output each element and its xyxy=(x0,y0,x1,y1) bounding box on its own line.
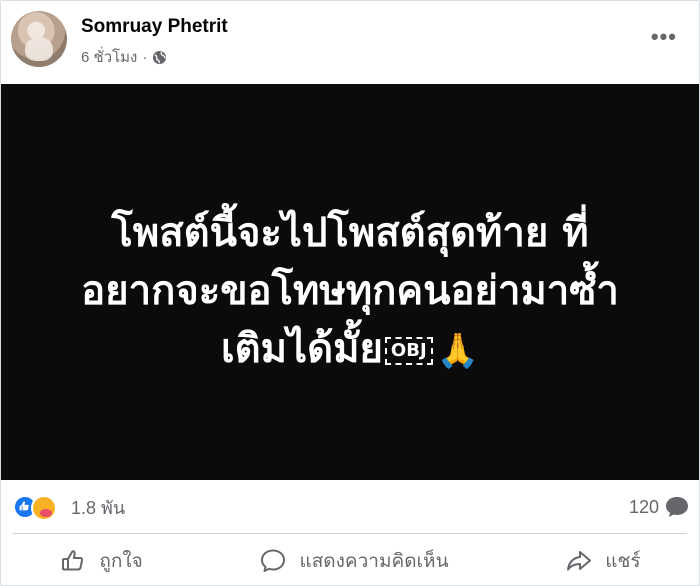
post-time[interactable]: 6 ชั่วโมง xyxy=(81,45,137,69)
comment-icon xyxy=(261,549,286,572)
comment-button[interactable]: แสดงความคิดเห็น xyxy=(247,542,460,580)
author-avatar[interactable] xyxy=(11,11,67,67)
post-text-line: อยากจะขอโทษทุกคนอย่ามาซ้ำ xyxy=(81,268,619,314)
like-button[interactable]: ถูกใจ xyxy=(47,542,154,580)
thumbs-up-icon xyxy=(62,550,84,571)
post-stats: 1.8 พัน 120 xyxy=(13,492,689,522)
divider xyxy=(13,533,687,534)
share-icon xyxy=(567,551,592,571)
share-label: แชร์ xyxy=(605,550,641,572)
share-button[interactable]: แชร์ xyxy=(553,542,652,580)
care-reaction-icon xyxy=(31,495,57,521)
comment-bubble-icon xyxy=(666,497,688,517)
reaction-icons xyxy=(13,494,65,521)
post-text-line: โพสต์นี้จะไปโพสต์สุดท้าย ที่ xyxy=(111,210,589,256)
meta-separator: · xyxy=(142,48,148,66)
post-text-segment: เติมได้มั้ย xyxy=(221,326,383,372)
author-name[interactable]: Somruay Phetrit xyxy=(81,16,228,38)
reactions-count: 1.8 พัน xyxy=(71,497,126,518)
action-bar: ถูกใจ แสดงความคิดเห็น แชร์ xyxy=(1,541,699,581)
reaction-summary[interactable]: 1.8 พัน xyxy=(13,493,125,522)
post-card: Somruay Phetrit 6 ชั่วโมง · ••• โพสต์นี้… xyxy=(0,0,700,586)
like-label: ถูกใจ xyxy=(99,550,143,572)
globe-icon[interactable] xyxy=(152,50,167,65)
obj-marker: OBJ xyxy=(384,337,433,365)
post-meta: 6 ชั่วโมง · xyxy=(81,45,167,69)
post-image[interactable]: โพสต์นี้จะไปโพสต์สุดท้าย ที่ อยากจะขอโทษ… xyxy=(1,84,699,480)
post-header: Somruay Phetrit 6 ชั่วโมง · ••• xyxy=(11,11,691,71)
post-text: โพสต์นี้จะไปโพสต์สุดท้าย ที่ อยากจะขอโทษ… xyxy=(21,204,679,380)
comments-count: 120 xyxy=(628,496,659,517)
more-options-icon[interactable]: ••• xyxy=(651,26,677,48)
pray-emoji: 🙏 xyxy=(436,331,479,371)
post-text-line: เติมได้มั้ย OBJ 🙏 xyxy=(21,320,679,380)
comment-count[interactable]: 120 xyxy=(629,496,689,518)
comment-label: แสดงความคิดเห็น xyxy=(299,550,449,572)
